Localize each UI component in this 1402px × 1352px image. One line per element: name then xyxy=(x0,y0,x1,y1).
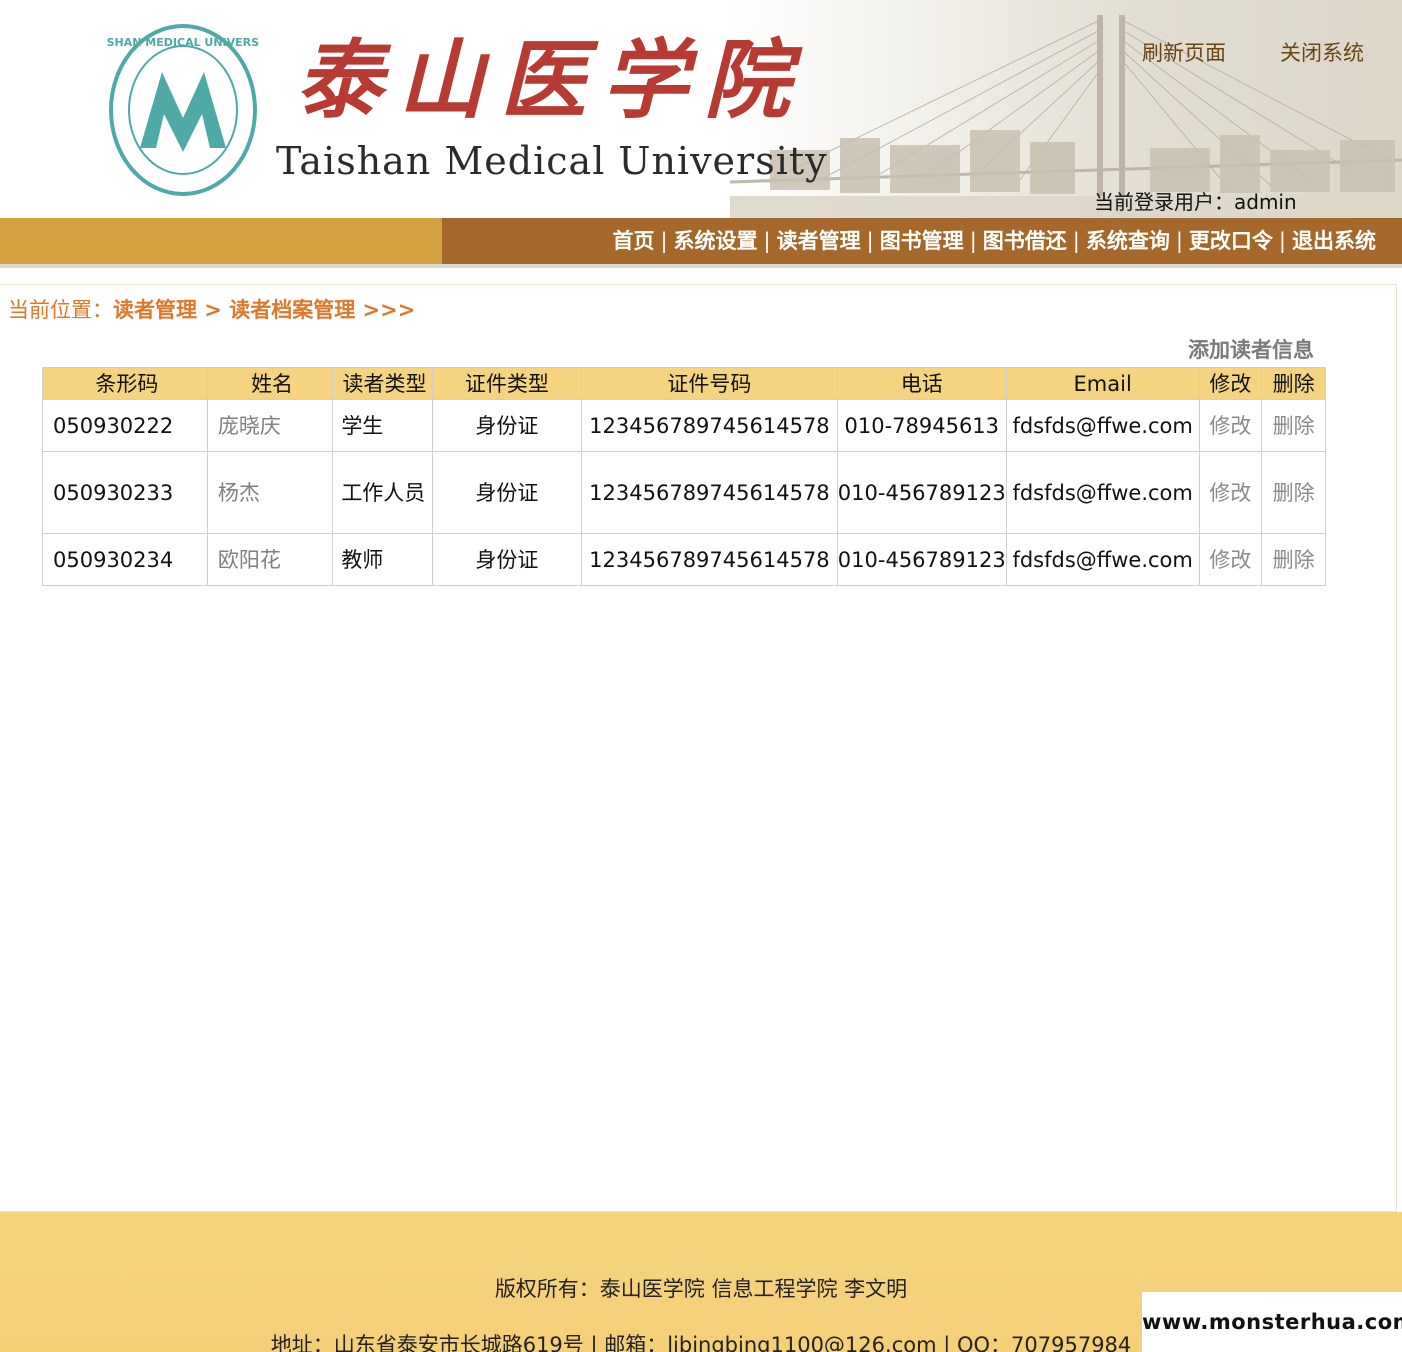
nav-separator: | xyxy=(660,229,668,253)
edit-link[interactable]: 修改 xyxy=(1198,399,1263,452)
column-header-phone: 电话 xyxy=(836,367,1007,400)
breadcrumb: 当前位置：读者管理 > 读者档案管理 >>> xyxy=(8,295,415,325)
breadcrumb-prefix: 当前位置： xyxy=(8,298,113,322)
cell-reader-type: 教师 xyxy=(332,533,433,586)
nav-item-system-settings[interactable]: 系统设置 xyxy=(674,218,758,264)
cell-reader-type: 工作人员 xyxy=(332,451,433,534)
nav-item-book-management[interactable]: 图书管理 xyxy=(880,218,964,264)
column-header-reader-type: 读者类型 xyxy=(332,367,433,400)
school-name-english: Taishan Medical University xyxy=(276,139,828,183)
nav-separator: | xyxy=(1278,229,1286,253)
content-panel: 当前位置：读者管理 > 读者档案管理 >>> 添加读者信息 条形码 姓名 读者类… xyxy=(0,284,1397,1212)
cell-name[interactable]: 杨杰 xyxy=(206,451,334,534)
svg-text:TAISHAN MEDICAL UNIVERSITY: TAISHAN MEDICAL UNIVERSITY xyxy=(106,36,260,49)
cell-email: fdsfds@ffwe.com xyxy=(1005,399,1200,452)
delete-link[interactable]: 删除 xyxy=(1261,399,1326,452)
school-name-chinese: 泰山医学院 xyxy=(296,30,806,131)
column-header-delete: 删除 xyxy=(1261,367,1326,400)
add-reader-link[interactable]: 添加读者信息 xyxy=(1188,335,1314,365)
cell-email: fdsfds@ffwe.com xyxy=(1005,451,1200,534)
column-header-email: Email xyxy=(1005,367,1200,400)
edit-link[interactable]: 修改 xyxy=(1198,533,1263,586)
column-header-id-type: 证件类型 xyxy=(431,367,583,400)
main-nav-bar: 首页 | 系统设置 | 读者管理 | 图书管理 | 图书借还 | 系统查询 | … xyxy=(0,218,1402,268)
cell-id-type: 身份证 xyxy=(431,399,583,452)
nav-separator: | xyxy=(763,229,771,253)
breadcrumb-path: 读者管理 > 读者档案管理 >>> xyxy=(113,298,416,322)
cell-email: fdsfds@ffwe.com xyxy=(1005,533,1200,586)
table-row: 050930222 庞晓庆 学生 身份证 123456789745614578 … xyxy=(42,399,1326,452)
nav-separator: | xyxy=(969,229,977,253)
cell-id-type: 身份证 xyxy=(431,451,583,534)
delete-link[interactable]: 删除 xyxy=(1261,451,1326,534)
close-system-link[interactable]: 关闭系统 xyxy=(1280,38,1364,68)
nav-item-home[interactable]: 首页 xyxy=(612,218,654,264)
edit-link[interactable]: 修改 xyxy=(1198,451,1263,534)
site-watermark: www.monsterhua.com xyxy=(1142,1292,1402,1352)
nav-item-reader-management[interactable]: 读者管理 xyxy=(777,218,861,264)
nav-item-change-password[interactable]: 更改口令 xyxy=(1189,218,1273,264)
current-user-info: 当前登录用户：admin xyxy=(1094,188,1297,216)
cell-name[interactable]: 庞晓庆 xyxy=(206,399,334,452)
cell-name[interactable]: 欧阳花 xyxy=(206,533,334,586)
refresh-page-link[interactable]: 刷新页面 xyxy=(1142,38,1226,68)
main-nav-menu: 首页 | 系统设置 | 读者管理 | 图书管理 | 图书借还 | 系统查询 | … xyxy=(442,218,1402,264)
cell-barcode: 050930234 xyxy=(42,533,208,586)
cell-phone: 010-456789123 xyxy=(836,533,1007,586)
table-header-row: 条形码 姓名 读者类型 证件类型 证件号码 电话 Email 修改 删除 xyxy=(42,367,1326,400)
nav-separator: | xyxy=(1175,229,1183,253)
cell-barcode: 050930233 xyxy=(42,451,208,534)
column-header-edit: 修改 xyxy=(1198,367,1263,400)
nav-separator: | xyxy=(1072,229,1080,253)
university-seal-logo: TAISHAN MEDICAL UNIVERSITY xyxy=(106,24,260,196)
current-user-name: admin xyxy=(1234,190,1297,214)
current-user-label: 当前登录用户： xyxy=(1094,190,1234,214)
cell-id-number: 123456789745614578 xyxy=(581,399,838,452)
page-header: TAISHAN MEDICAL UNIVERSITY 泰山医学院 Taishan… xyxy=(0,0,1402,218)
cell-reader-type: 学生 xyxy=(332,399,433,452)
cell-phone: 010-78945613 xyxy=(836,399,1007,452)
column-header-name: 姓名 xyxy=(206,367,334,400)
column-header-barcode: 条形码 xyxy=(42,367,208,400)
top-links: 刷新页面 关闭系统 xyxy=(1142,38,1364,68)
column-header-id-number: 证件号码 xyxy=(581,367,838,400)
table-row: 050930234 欧阳花 教师 身份证 123456789745614578 … xyxy=(42,533,1326,586)
table-row: 050930233 杨杰 工作人员 身份证 123456789745614578… xyxy=(42,451,1326,534)
cell-barcode: 050930222 xyxy=(42,399,208,452)
nav-separator: | xyxy=(866,229,874,253)
nav-item-system-query[interactable]: 系统查询 xyxy=(1086,218,1170,264)
cell-phone: 010-456789123 xyxy=(836,451,1007,534)
nav-item-logout[interactable]: 退出系统 xyxy=(1292,218,1376,264)
cell-id-number: 123456789745614578 xyxy=(581,451,838,534)
delete-link[interactable]: 删除 xyxy=(1261,533,1326,586)
cell-id-type: 身份证 xyxy=(431,533,583,586)
nav-item-borrow-return[interactable]: 图书借还 xyxy=(983,218,1067,264)
reader-table: 条形码 姓名 读者类型 证件类型 证件号码 电话 Email 修改 删除 050… xyxy=(42,367,1326,586)
cell-id-number: 123456789745614578 xyxy=(581,533,838,586)
